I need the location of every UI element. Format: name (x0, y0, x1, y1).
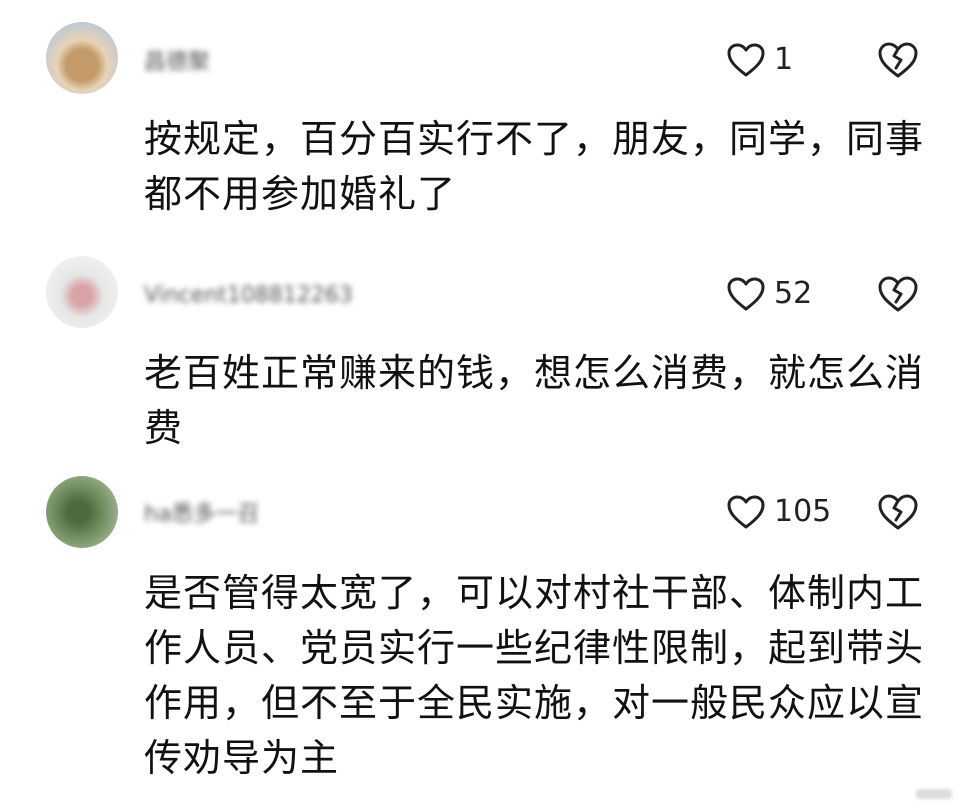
like-count: 105 (774, 494, 832, 529)
broken-heart-icon[interactable] (877, 493, 919, 531)
avatar[interactable] (46, 476, 118, 548)
heart-outline-icon[interactable] (726, 494, 766, 530)
comment-item: ha悉多一召 105 是否管得太宽了，可以对村社干部、体制内工作人员、党员实行一… (0, 0, 960, 809)
watermark-logo (916, 789, 952, 799)
username[interactable]: ha悉多一召 (144, 502, 259, 528)
comment-text: 是否管得太宽了，可以对村社干部、体制内工作人员、党员实行一些纪律性限制，起到带头… (144, 571, 925, 780)
